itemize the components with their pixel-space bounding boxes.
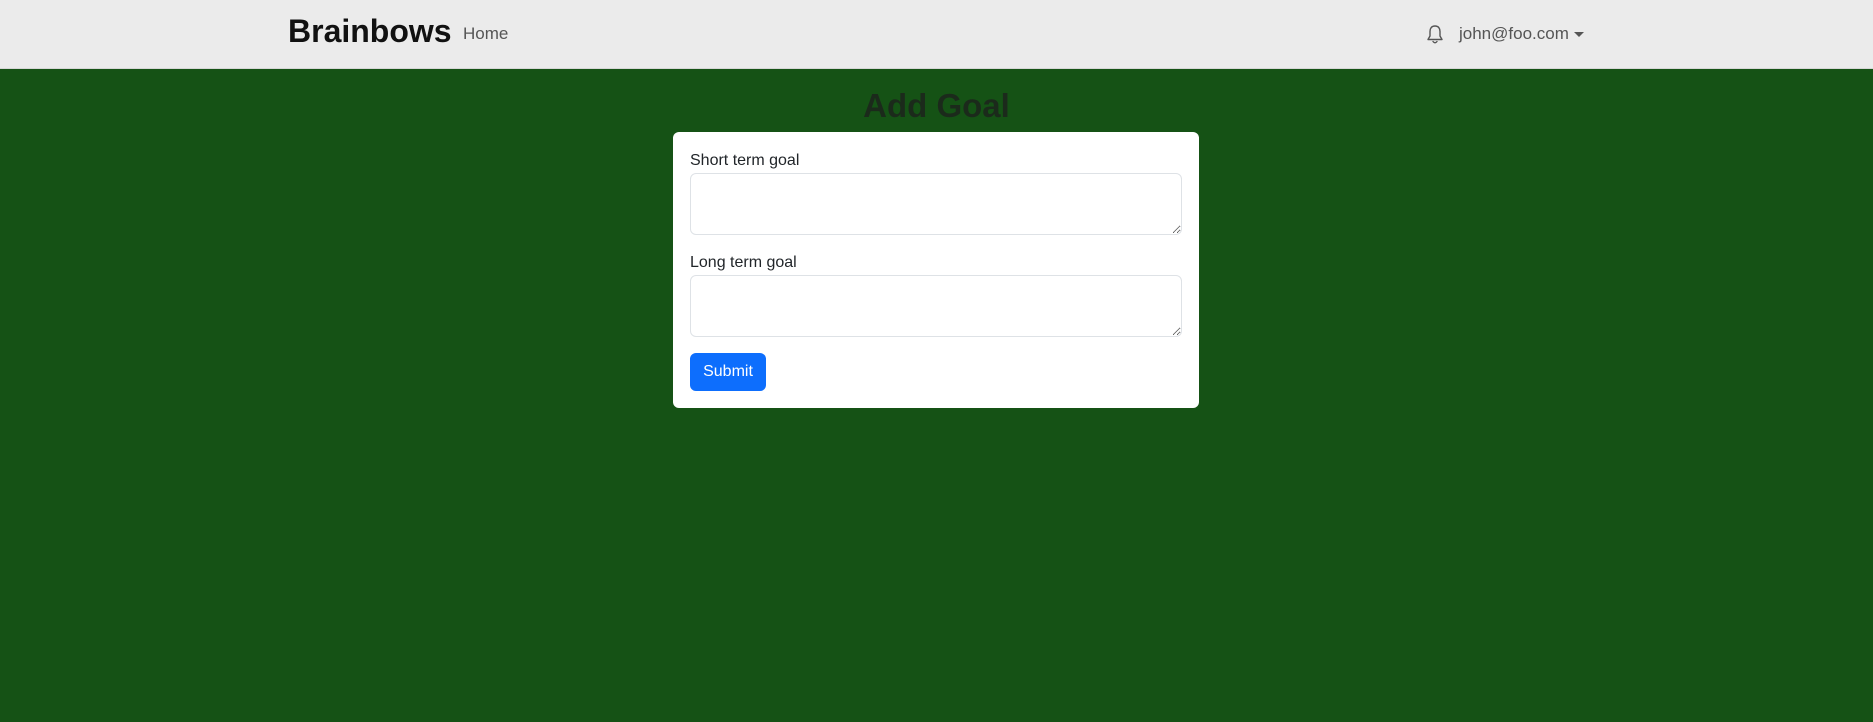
nav-link-home[interactable]: Home — [463, 23, 508, 45]
user-menu-dropdown[interactable]: john@foo.com — [1459, 23, 1584, 45]
caret-down-icon — [1573, 31, 1584, 37]
top-navbar: Brainbows Home john@foo.com — [0, 0, 1873, 69]
add-goal-form-card: Short term goal Long term goal Submit — [673, 132, 1199, 408]
long-term-goal-input[interactable] — [690, 275, 1182, 337]
submit-button[interactable]: Submit — [690, 353, 766, 391]
bell-icon[interactable] — [1426, 24, 1444, 46]
short-term-goal-input[interactable] — [690, 173, 1182, 235]
long-term-goal-label: Long term goal — [690, 254, 797, 271]
brand-logo[interactable]: Brainbows — [288, 12, 452, 50]
user-email: john@foo.com — [1459, 24, 1569, 43]
short-term-goal-label: Short term goal — [690, 152, 800, 169]
page-title: Add Goal — [863, 87, 1010, 124]
